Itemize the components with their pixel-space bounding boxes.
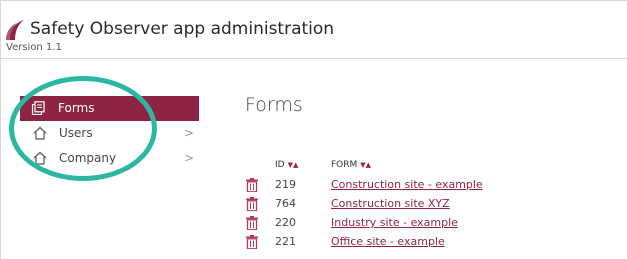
row-id: 221 (275, 235, 296, 248)
table-row: 220 Industry site - example (244, 215, 604, 233)
table-row: 219 Construction site - example (244, 177, 604, 195)
row-id: 219 (275, 178, 296, 191)
sort-icon[interactable]: ▼▲ (288, 161, 299, 169)
trash-icon[interactable] (246, 197, 258, 211)
column-header-id[interactable]: ID ▼▲ (275, 160, 298, 170)
column-header-label: FORM (331, 160, 358, 170)
version-label: Version 1.1 (6, 42, 62, 53)
app-title: Safety Observer app administration (30, 19, 335, 39)
sidebar-item-users[interactable]: Users > (0, 121, 200, 146)
header: Safety Observer app administration Versi… (6, 14, 616, 62)
form-link[interactable]: Industry site - example (331, 216, 458, 229)
forms-icon (31, 101, 45, 115)
form-link[interactable]: Construction site - example (331, 178, 483, 191)
trash-icon[interactable] (246, 235, 258, 249)
app-logo-icon (6, 20, 24, 40)
sidebar: Forms Users > Company > (0, 96, 200, 171)
chevron-right-icon: > (184, 126, 195, 140)
table-row: 221 Office site - example (244, 234, 604, 252)
trash-icon[interactable] (246, 178, 258, 192)
page-title: Forms (245, 94, 303, 116)
sidebar-item-label: Company (59, 151, 117, 165)
row-id: 764 (275, 197, 296, 210)
trash-icon[interactable] (246, 216, 258, 230)
form-link[interactable]: Office site - example (331, 235, 445, 248)
sidebar-item-company[interactable]: Company > (0, 146, 200, 171)
home-icon (33, 126, 47, 140)
table-row: 764 Construction site XYZ (244, 196, 604, 214)
form-link[interactable]: Construction site XYZ (331, 197, 450, 210)
chevron-right-icon: > (184, 151, 195, 165)
home-icon (33, 151, 47, 165)
row-id: 220 (275, 216, 296, 229)
sidebar-item-label: Forms (58, 101, 95, 115)
column-header-label: ID (275, 160, 285, 170)
top-border (0, 0, 627, 1)
sidebar-item-forms[interactable]: Forms (20, 96, 199, 121)
sidebar-item-label: Users (59, 126, 93, 140)
column-header-form[interactable]: FORM ▼▲ (331, 160, 371, 170)
header-divider (0, 58, 627, 59)
sort-icon[interactable]: ▼▲ (360, 161, 371, 169)
